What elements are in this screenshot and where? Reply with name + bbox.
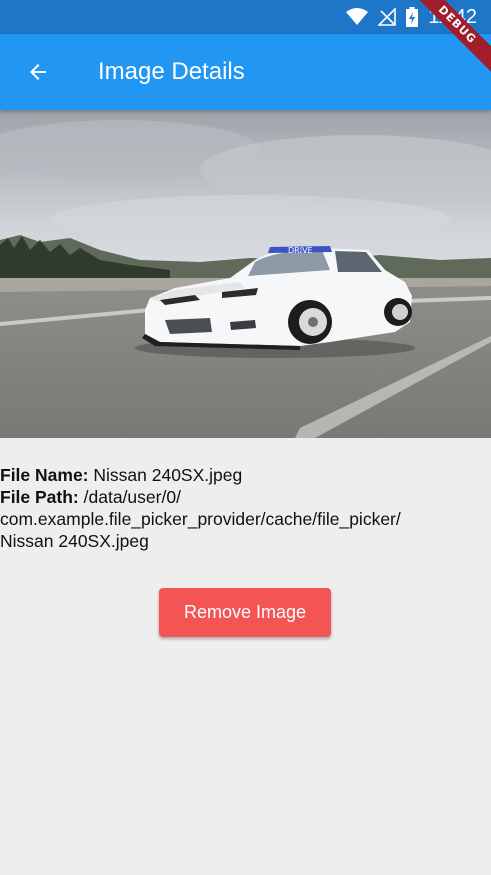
file-name-label: File Name: bbox=[0, 465, 89, 485]
no-signal-icon bbox=[378, 8, 397, 26]
file-details: File Name: Nissan 240SX.jpeg File Path: … bbox=[0, 464, 491, 552]
file-name-row: File Name: Nissan 240SX.jpeg bbox=[0, 464, 491, 486]
app-bar: Image Details bbox=[0, 34, 491, 110]
file-path-value-line2: com.example.file_picker_provider/cache/f… bbox=[0, 509, 401, 529]
wifi-icon bbox=[346, 8, 369, 25]
file-path-row: File Path: /data/user/0/ bbox=[0, 486, 491, 508]
file-path-value-line1: /data/user/0/ bbox=[83, 487, 181, 507]
back-button[interactable] bbox=[14, 48, 62, 96]
file-name-value: Nissan 240SX.jpeg bbox=[93, 465, 243, 485]
file-path-value-line3: Nissan 240SX.jpeg bbox=[0, 531, 149, 551]
car-photo: DRIVE bbox=[0, 110, 491, 438]
status-bar: 11:42 bbox=[0, 0, 491, 34]
selected-image: DRIVE bbox=[0, 110, 491, 438]
page-title: Image Details bbox=[98, 58, 245, 85]
battery-charging-icon bbox=[406, 7, 419, 27]
arrow-back-icon bbox=[30, 64, 46, 80]
remove-image-button[interactable]: Remove Image bbox=[159, 588, 331, 637]
file-path-label: File Path: bbox=[0, 487, 79, 507]
windshield-banner-text: DRIVE bbox=[288, 246, 313, 255]
